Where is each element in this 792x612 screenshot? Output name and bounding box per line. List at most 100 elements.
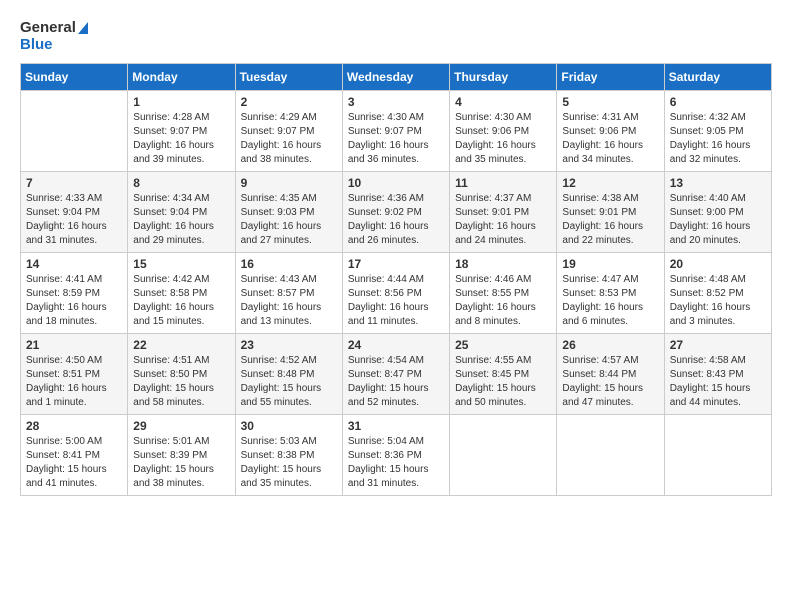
header-row: SundayMondayTuesdayWednesdayThursdayFrid… <box>21 64 772 91</box>
day-cell: 13 Sunrise: 4:40 AMSunset: 9:00 PMDayligh… <box>664 172 771 253</box>
column-header-sunday: Sunday <box>21 64 128 91</box>
day-info: Sunrise: 4:37 AMSunset: 9:01 PMDaylight:… <box>455 192 551 248</box>
day-info: Sunrise: 5:03 AMSunset: 8:38 PMDaylight:… <box>241 435 337 491</box>
day-cell: 28 Sunrise: 5:00 AMSunset: 8:41 PMDayligh… <box>21 415 128 496</box>
day-cell: 11 Sunrise: 4:37 AMSunset: 9:01 PMDayligh… <box>450 172 557 253</box>
day-info: Sunrise: 4:40 AMSunset: 9:00 PMDaylight:… <box>670 192 766 248</box>
day-cell: 6 Sunrise: 4:32 AMSunset: 9:05 PMDaylight… <box>664 91 771 172</box>
day-info: Sunrise: 4:51 AMSunset: 8:50 PMDaylight:… <box>133 354 229 410</box>
day-cell: 17 Sunrise: 4:44 AMSunset: 8:56 PMDayligh… <box>342 253 449 334</box>
day-number: 21 <box>26 338 122 352</box>
day-cell: 10 Sunrise: 4:36 AMSunset: 9:02 PMDayligh… <box>342 172 449 253</box>
column-header-saturday: Saturday <box>664 64 771 91</box>
header: General Blue <box>20 20 772 53</box>
day-cell <box>664 415 771 496</box>
column-header-tuesday: Tuesday <box>235 64 342 91</box>
day-info: Sunrise: 5:04 AMSunset: 8:36 PMDaylight:… <box>348 435 444 491</box>
day-info: Sunrise: 4:54 AMSunset: 8:47 PMDaylight:… <box>348 354 444 410</box>
day-info: Sunrise: 4:50 AMSunset: 8:51 PMDaylight:… <box>26 354 122 410</box>
day-number: 8 <box>133 176 229 190</box>
day-cell: 29 Sunrise: 5:01 AMSunset: 8:39 PMDayligh… <box>128 415 235 496</box>
day-number: 3 <box>348 95 444 109</box>
day-number: 22 <box>133 338 229 352</box>
calendar-table: SundayMondayTuesdayWednesdayThursdayFrid… <box>20 63 772 496</box>
day-number: 2 <box>241 95 337 109</box>
day-cell: 21 Sunrise: 4:50 AMSunset: 8:51 PMDayligh… <box>21 334 128 415</box>
day-cell: 18 Sunrise: 4:46 AMSunset: 8:55 PMDayligh… <box>450 253 557 334</box>
day-info: Sunrise: 4:41 AMSunset: 8:59 PMDaylight:… <box>26 273 122 329</box>
day-info: Sunrise: 5:01 AMSunset: 8:39 PMDaylight:… <box>133 435 229 491</box>
day-cell: 7 Sunrise: 4:33 AMSunset: 9:04 PMDaylight… <box>21 172 128 253</box>
day-cell: 25Sunrise: 4:55 AMSunset: 8:45 PMDayligh… <box>450 334 557 415</box>
day-info: Sunrise: 4:44 AMSunset: 8:56 PMDaylight:… <box>348 273 444 329</box>
day-number: 12 <box>562 176 658 190</box>
column-header-friday: Friday <box>557 64 664 91</box>
day-cell: 3 Sunrise: 4:30 AMSunset: 9:07 PMDaylight… <box>342 91 449 172</box>
day-number: 18 <box>455 257 551 271</box>
day-number: 4 <box>455 95 551 109</box>
column-header-thursday: Thursday <box>450 64 557 91</box>
day-number: 11 <box>455 176 551 190</box>
day-number: 24 <box>348 338 444 352</box>
week-row-5: 28 Sunrise: 5:00 AMSunset: 8:41 PMDayligh… <box>21 415 772 496</box>
day-info: Sunrise: 4:29 AMSunset: 9:07 PMDaylight:… <box>241 111 337 167</box>
week-row-1: 1 Sunrise: 4:28 AMSunset: 9:07 PMDaylight… <box>21 91 772 172</box>
day-number: 13 <box>670 176 766 190</box>
day-cell: 24 Sunrise: 4:54 AMSunset: 8:47 PMDayligh… <box>342 334 449 415</box>
day-info: Sunrise: 4:30 AMSunset: 9:07 PMDaylight:… <box>348 111 444 167</box>
day-number: 27 <box>670 338 766 352</box>
week-row-3: 14Sunrise: 4:41 AMSunset: 8:59 PMDayligh… <box>21 253 772 334</box>
day-cell: 16 Sunrise: 4:43 AMSunset: 8:57 PMDayligh… <box>235 253 342 334</box>
day-number: 31 <box>348 419 444 433</box>
day-info: Sunrise: 4:35 AMSunset: 9:03 PMDaylight:… <box>241 192 337 248</box>
day-cell: 12 Sunrise: 4:38 AMSunset: 9:01 PMDayligh… <box>557 172 664 253</box>
day-number: 29 <box>133 419 229 433</box>
day-cell: 5 Sunrise: 4:31 AMSunset: 9:06 PMDaylight… <box>557 91 664 172</box>
day-number: 7 <box>26 176 122 190</box>
day-cell <box>450 415 557 496</box>
day-number: 1 <box>133 95 229 109</box>
day-number: 10 <box>348 176 444 190</box>
day-cell: 9 Sunrise: 4:35 AMSunset: 9:03 PMDaylight… <box>235 172 342 253</box>
day-info: Sunrise: 4:43 AMSunset: 8:57 PMDaylight:… <box>241 273 337 329</box>
week-row-4: 21 Sunrise: 4:50 AMSunset: 8:51 PMDayligh… <box>21 334 772 415</box>
day-info: Sunrise: 4:52 AMSunset: 8:48 PMDaylight:… <box>241 354 337 410</box>
day-cell <box>21 91 128 172</box>
day-cell: 27Sunrise: 4:58 AMSunset: 8:43 PMDayligh… <box>664 334 771 415</box>
day-cell: 1 Sunrise: 4:28 AMSunset: 9:07 PMDaylight… <box>128 91 235 172</box>
day-info: Sunrise: 4:46 AMSunset: 8:55 PMDaylight:… <box>455 273 551 329</box>
day-cell: 26Sunrise: 4:57 AMSunset: 8:44 PMDayligh… <box>557 334 664 415</box>
day-info: Sunrise: 4:38 AMSunset: 9:01 PMDaylight:… <box>562 192 658 248</box>
day-cell: 20 Sunrise: 4:48 AMSunset: 8:52 PMDayligh… <box>664 253 771 334</box>
week-row-2: 7 Sunrise: 4:33 AMSunset: 9:04 PMDaylight… <box>21 172 772 253</box>
day-cell: 2 Sunrise: 4:29 AMSunset: 9:07 PMDaylight… <box>235 91 342 172</box>
day-cell: 22 Sunrise: 4:51 AMSunset: 8:50 PMDayligh… <box>128 334 235 415</box>
logo: General Blue <box>20 20 88 53</box>
day-info: Sunrise: 4:34 AMSunset: 9:04 PMDaylight:… <box>133 192 229 248</box>
day-info: Sunrise: 4:47 AMSunset: 8:53 PMDaylight:… <box>562 273 658 329</box>
day-info: Sunrise: 4:32 AMSunset: 9:05 PMDaylight:… <box>670 111 766 167</box>
day-number: 5 <box>562 95 658 109</box>
day-info: Sunrise: 4:33 AMSunset: 9:04 PMDaylight:… <box>26 192 122 248</box>
day-number: 9 <box>241 176 337 190</box>
day-info: Sunrise: 4:48 AMSunset: 8:52 PMDaylight:… <box>670 273 766 329</box>
day-cell: 14Sunrise: 4:41 AMSunset: 8:59 PMDayligh… <box>21 253 128 334</box>
day-number: 20 <box>670 257 766 271</box>
day-number: 6 <box>670 95 766 109</box>
day-info: Sunrise: 4:36 AMSunset: 9:02 PMDaylight:… <box>348 192 444 248</box>
day-number: 30 <box>241 419 337 433</box>
day-number: 26 <box>562 338 658 352</box>
day-info: Sunrise: 4:30 AMSunset: 9:06 PMDaylight:… <box>455 111 551 167</box>
day-number: 28 <box>26 419 122 433</box>
day-info: Sunrise: 4:28 AMSunset: 9:07 PMDaylight:… <box>133 111 229 167</box>
day-cell: 23Sunrise: 4:52 AMSunset: 8:48 PMDayligh… <box>235 334 342 415</box>
day-number: 16 <box>241 257 337 271</box>
day-info: Sunrise: 4:31 AMSunset: 9:06 PMDaylight:… <box>562 111 658 167</box>
day-info: Sunrise: 5:00 AMSunset: 8:41 PMDaylight:… <box>26 435 122 491</box>
day-cell: 19Sunrise: 4:47 AMSunset: 8:53 PMDayligh… <box>557 253 664 334</box>
day-number: 17 <box>348 257 444 271</box>
column-header-wednesday: Wednesday <box>342 64 449 91</box>
day-cell: 15Sunrise: 4:42 AMSunset: 8:58 PMDayligh… <box>128 253 235 334</box>
day-info: Sunrise: 4:55 AMSunset: 8:45 PMDaylight:… <box>455 354 551 410</box>
day-number: 15 <box>133 257 229 271</box>
